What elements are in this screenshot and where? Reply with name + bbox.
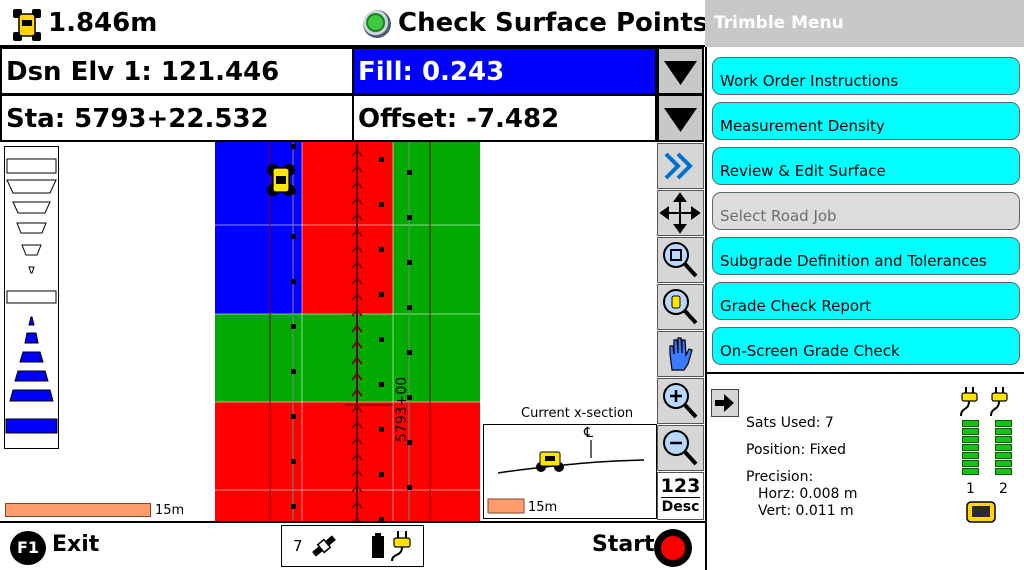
survey-point-marker bbox=[291, 234, 296, 239]
survey-point-marker bbox=[379, 472, 384, 477]
status-expand-button[interactable] bbox=[711, 389, 739, 417]
receiver-2-plug-icon bbox=[988, 386, 1014, 422]
zoom-out-button[interactable] bbox=[657, 425, 704, 471]
menu-item-on-screen-grade-check[interactable]: On-Screen Grade Check bbox=[712, 327, 1020, 365]
start-record-button[interactable] bbox=[654, 529, 692, 567]
survey-point-marker bbox=[291, 324, 296, 329]
map-scale-bar bbox=[5, 503, 151, 517]
satellite-count: 7 bbox=[293, 537, 303, 555]
zoom-out-icon bbox=[663, 430, 698, 466]
survey-point-marker bbox=[407, 350, 412, 355]
design-elevation-readout[interactable]: Dsn Elv 1: 121.446 bbox=[0, 47, 354, 95]
double-chevron-icon bbox=[664, 152, 693, 180]
menu-item-select-road-job: Select Road Job bbox=[712, 192, 1020, 230]
xsection-machine-icon bbox=[536, 451, 564, 472]
power-plug-icon bbox=[390, 529, 420, 567]
triangle-down-icon bbox=[664, 61, 697, 85]
offset-readout[interactable]: Offset: -7.482 bbox=[352, 94, 657, 142]
fill-readout[interactable]: Fill: 0.243 bbox=[352, 47, 657, 95]
sats-used: Sats Used: 7 bbox=[746, 415, 834, 431]
offset-dropdown-button[interactable] bbox=[657, 94, 704, 142]
horizontal-precision: Horz: 0.008 m bbox=[758, 486, 858, 502]
survey-point-marker bbox=[379, 337, 384, 342]
pan-hand-button[interactable] bbox=[657, 331, 704, 377]
exit-button[interactable]: Exit bbox=[52, 532, 99, 557]
receiver-2-signal-bars bbox=[995, 420, 1012, 476]
station-label: 5793+00 bbox=[394, 377, 410, 442]
satellite-icon bbox=[309, 531, 339, 565]
elevation-value: 1.846m bbox=[48, 8, 158, 38]
hand-icon bbox=[669, 337, 693, 371]
xsection-scale-label: 15m bbox=[528, 500, 557, 515]
zoom-in-icon bbox=[663, 383, 698, 419]
expand-panel-button[interactable] bbox=[657, 143, 704, 189]
triangle-down-icon bbox=[664, 108, 697, 132]
desc-text-label: Desc bbox=[661, 497, 700, 515]
status-indicator-icon bbox=[363, 10, 391, 38]
zoom-to-machine-icon bbox=[663, 289, 698, 325]
arrow-right-icon bbox=[715, 394, 734, 412]
machine-icon bbox=[10, 8, 44, 42]
survey-point-marker bbox=[407, 215, 412, 220]
survey-point-marker bbox=[407, 485, 412, 490]
receiver-1-label: 1 bbox=[966, 481, 975, 497]
precision-label: Precision: bbox=[746, 469, 814, 485]
survey-point-marker bbox=[291, 144, 296, 149]
survey-point-marker bbox=[407, 260, 412, 265]
svg-text:℄: ℄ bbox=[583, 425, 593, 441]
survey-point-marker bbox=[407, 305, 412, 310]
battery-icon bbox=[371, 533, 385, 563]
grade-indicator bbox=[4, 146, 59, 449]
receiver-2-label: 2 bbox=[999, 481, 1008, 497]
survey-point-marker bbox=[379, 292, 384, 297]
menu-item-review-edit-surface[interactable]: Review & Edit Surface bbox=[712, 147, 1020, 185]
xsection-label: Current x-section bbox=[521, 406, 634, 421]
zoom-machine-button[interactable] bbox=[657, 284, 704, 330]
menu-item-work-order-instructions[interactable]: Work Order Instructions bbox=[712, 57, 1020, 95]
survey-point-marker bbox=[291, 414, 296, 419]
survey-point-marker bbox=[291, 504, 296, 509]
zoom-extents-button[interactable] bbox=[657, 237, 704, 283]
position-status: Position: Fixed bbox=[746, 442, 846, 458]
fill-dropdown-button[interactable] bbox=[657, 47, 704, 95]
desc-numbers-label: 123 bbox=[660, 475, 701, 497]
survey-point-marker bbox=[379, 427, 384, 432]
survey-point-marker bbox=[379, 202, 384, 207]
receiver-1-signal-bars bbox=[962, 420, 979, 476]
survey-point-marker bbox=[291, 459, 296, 464]
station-readout[interactable]: Sta: 5793+22.532 bbox=[0, 94, 354, 142]
f1-key-icon[interactable]: F1 bbox=[10, 531, 46, 565]
survey-point-marker bbox=[291, 369, 296, 374]
survey-point-marker bbox=[407, 170, 412, 175]
menu-item-subgrade-definition[interactable]: Subgrade Definition and Tolerances bbox=[712, 237, 1020, 275]
survey-point-marker bbox=[291, 279, 296, 284]
controller-device-icon bbox=[966, 501, 996, 527]
xsection-view[interactable]: ℄ 15m bbox=[483, 424, 657, 519]
menu-title: Trimble Menu bbox=[705, 0, 1024, 47]
zoom-in-button[interactable] bbox=[657, 378, 704, 424]
map-scale-label: 15m bbox=[155, 503, 185, 518]
menu-item-measurement-density[interactable]: Measurement Density bbox=[712, 102, 1020, 140]
move-arrows-icon bbox=[659, 192, 701, 234]
survey-point-marker bbox=[379, 157, 384, 162]
description-toggle-button[interactable]: 123 Desc bbox=[657, 472, 704, 520]
start-label[interactable]: Start bbox=[592, 532, 655, 557]
zoom-extents-icon bbox=[663, 242, 698, 278]
page-title: Check Surface Points bbox=[398, 8, 709, 38]
receiver-1-plug-icon bbox=[958, 386, 984, 422]
menu-item-grade-check-report[interactable]: Grade Check Report bbox=[712, 282, 1020, 320]
survey-point-marker bbox=[379, 247, 384, 252]
plan-view-map[interactable]: 5793+00 bbox=[215, 142, 480, 522]
vertical-precision: Vert: 0.011 m bbox=[758, 503, 854, 519]
survey-point-marker bbox=[379, 382, 384, 387]
pan-button[interactable] bbox=[657, 190, 704, 236]
